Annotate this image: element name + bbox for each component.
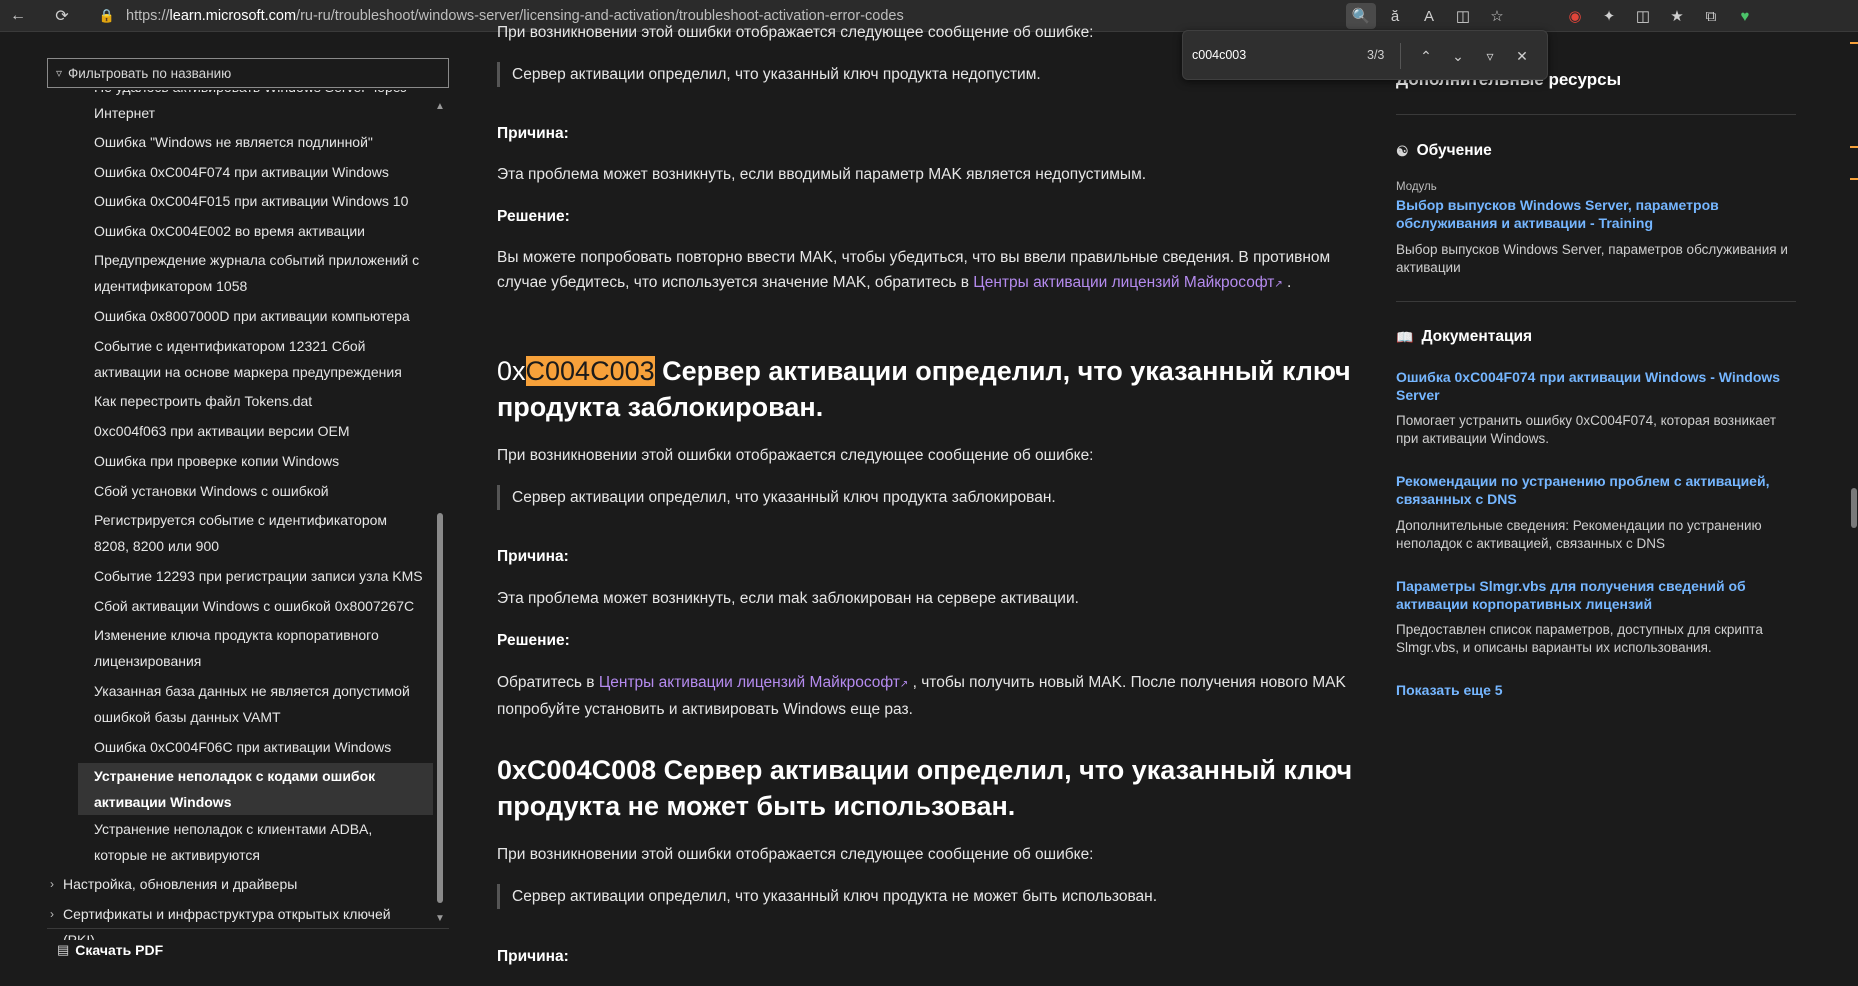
- find-match-marker: [1850, 42, 1858, 44]
- cause-label: Причина:: [497, 948, 569, 965]
- training-section-title: ☯ Обучение: [1396, 142, 1492, 159]
- collections-icon[interactable]: ⧉: [1694, 0, 1728, 32]
- filter-input[interactable]: ▿ Фильтровать по названию: [47, 58, 449, 88]
- doc-description: Дополнительные сведения: Рекомендации по…: [1396, 518, 1762, 551]
- activation-centers-link[interactable]: Центры активации лицензий Майкрософт: [599, 674, 900, 691]
- download-icon: ▤: [57, 941, 70, 957]
- filter-placeholder: Фильтровать по названию: [68, 65, 232, 81]
- extensions-puzzle-icon[interactable]: ✦: [1592, 0, 1626, 32]
- doc-link[interactable]: Параметры Slmgr.vbs для получения сведен…: [1396, 577, 1796, 613]
- show-more-link[interactable]: Показать еще 5: [1396, 681, 1796, 699]
- toc-item[interactable]: Ошибка 0xC004F015 при активации Windows …: [47, 188, 435, 214]
- divider: [1396, 114, 1796, 115]
- find-match-count: 3/3: [1367, 48, 1385, 62]
- find-next-icon[interactable]: ⌄: [1445, 43, 1471, 69]
- toc-list: Не удалось активировать Windows Server ч…: [47, 90, 435, 940]
- toc-item[interactable]: Ошибка 0xC004F06C при активации Windows: [47, 734, 435, 760]
- find-input[interactable]: c004c003: [1192, 48, 1352, 62]
- toc-item[interactable]: Ошибка 0xC004E002 во время активации: [47, 218, 435, 244]
- extension-red-icon[interactable]: ◉: [1558, 0, 1592, 32]
- training-icon: ☯: [1396, 142, 1409, 159]
- chevron-right-icon: ›: [50, 877, 54, 891]
- cause-label: Причина:: [497, 125, 569, 142]
- solution-text: Вы можете попробовать повторно ввести MA…: [497, 249, 1331, 291]
- chevron-right-icon: ›: [50, 907, 54, 921]
- refresh-icon[interactable]: ⟳: [46, 0, 78, 32]
- divider: [1400, 43, 1401, 69]
- toc-item[interactable]: Событие 12293 при регистрации записи узл…: [47, 563, 435, 589]
- toc-item[interactable]: Предупреждение журнала событий приложени…: [47, 247, 435, 299]
- favorite-star-icon[interactable]: ☆: [1480, 0, 1514, 32]
- extension-icons: ◉ ✦ ◫ ★ ⧉ ♥: [1558, 0, 1762, 32]
- toc-item[interactable]: Ошибка "Windows не является подлинной": [47, 129, 435, 155]
- module-link[interactable]: Выбор выпусков Windows Server, параметро…: [1396, 196, 1796, 232]
- performance-heart-icon[interactable]: ♥: [1728, 0, 1762, 32]
- download-pdf-button[interactable]: ▤ Скачать PDF: [47, 928, 449, 970]
- toc-item[interactable]: 0xc004f063 при активации версии OEM: [47, 418, 435, 444]
- toc-item-selected[interactable]: Устранение неполадок с кодами ошибок акт…: [78, 763, 435, 815]
- toolbar-icons: 🔍 ă A ◫ ☆: [1344, 0, 1514, 32]
- toc-item[interactable]: Событие с идентификатором 12321 Сбой акт…: [47, 333, 435, 385]
- toc-item[interactable]: Регистрируется событие с идентификатором…: [47, 507, 435, 559]
- find-match-marker: [1850, 146, 1858, 148]
- back-icon[interactable]: ←: [2, 0, 34, 32]
- close-find-icon[interactable]: ✕: [1509, 43, 1535, 69]
- heading-c004c003: 0xC004C003 Сервер активации определил, ч…: [497, 356, 1351, 422]
- toc-item[interactable]: Как перестроить файл Tokens.dat: [47, 388, 435, 414]
- toc-item[interactable]: Ошибка при проверке копии Windows: [47, 448, 435, 474]
- toc-group-drivers[interactable]: › Настройка, обновления и драйверы: [47, 871, 435, 897]
- find-bar: c004c003 3/3 ⌃ ⌄ ▿ ✕: [1182, 30, 1548, 80]
- module-description: Выбор выпусков Windows Server, параметро…: [1396, 242, 1788, 275]
- intro-text: При возникновении этой ошибки отображает…: [497, 846, 1094, 863]
- toc-scrollbar[interactable]: ▲ ▼: [433, 98, 447, 928]
- scroll-down-icon[interactable]: ▼: [435, 914, 445, 924]
- find-previous-icon[interactable]: ⌃: [1413, 43, 1439, 69]
- toc-item[interactable]: Устранение неполадок с клиентами ADBA, к…: [47, 816, 435, 868]
- translate-icon[interactable]: ă: [1378, 0, 1412, 32]
- external-link-icon: ↗: [1274, 279, 1283, 290]
- filter-icon: ▿: [56, 66, 63, 80]
- split-screen-icon[interactable]: ◫: [1626, 0, 1660, 32]
- documentation-section-title: 📖 Документация: [1396, 328, 1533, 345]
- article-content: При возникновении этой ошибки отображает…: [497, 20, 1357, 986]
- heading-c004c008: 0xC004C008 Сервер активации определил, ч…: [497, 755, 1353, 821]
- favorites-icon[interactable]: ★: [1660, 0, 1694, 32]
- doc-link[interactable]: Ошибка 0xC004F074 при активации Windows …: [1396, 368, 1796, 404]
- doc-description: Предоставлен список параметров, доступны…: [1396, 622, 1763, 655]
- solution-label: Решение:: [497, 208, 570, 225]
- solution-label: Решение:: [497, 632, 570, 649]
- toc-scroll-thumb[interactable]: [437, 513, 443, 903]
- toc-item[interactable]: Указанная база данных не является допуст…: [47, 678, 435, 730]
- read-aloud-icon[interactable]: A: [1412, 0, 1446, 32]
- toc-item[interactable]: Ошибка 0xC004F074 при активации Windows: [47, 159, 435, 185]
- cause-text: Эта проблема может возникнуть, если ввод…: [497, 166, 1147, 183]
- module-label: Модуль: [1396, 181, 1437, 193]
- download-label: Скачать PDF: [75, 941, 164, 958]
- book-icon: 📖: [1396, 328, 1414, 345]
- solution-text: Обратитесь в Центры активации лицензий М…: [497, 674, 1346, 718]
- divider: [1396, 301, 1796, 302]
- toc-item[interactable]: Не удалось активировать Windows Server ч…: [47, 90, 435, 126]
- lock-icon[interactable]: 🔒: [98, 7, 116, 25]
- error-quote: Сервер активации определил, что указанны…: [497, 485, 1347, 510]
- error-quote: Сервер активации определил, что указанны…: [497, 884, 1347, 909]
- toc-item[interactable]: Сбой установки Windows с ошибкой: [47, 478, 435, 504]
- intro-text: При возникновении этой ошибки отображает…: [497, 447, 1094, 464]
- find-match-marker: [1850, 178, 1858, 180]
- toc-item[interactable]: Сбой активации Windows с ошибкой 0x80072…: [47, 593, 435, 619]
- page-scroll-thumb[interactable]: [1851, 488, 1857, 528]
- scroll-up-icon[interactable]: ▲: [435, 102, 445, 112]
- cause-text: Эта проблема может возникнуть, если mak …: [497, 590, 1079, 607]
- doc-description: Помогает устранить ошибку 0xC004F074, ко…: [1396, 413, 1777, 446]
- toc-item[interactable]: Изменение ключа продукта корпоративного …: [47, 622, 435, 674]
- toc-item[interactable]: Ошибка 0x8007000D при активации компьюте…: [47, 303, 435, 329]
- find-options-filter-icon[interactable]: ▿: [1477, 43, 1503, 69]
- left-navigation: ▿ Фильтровать по названию Не удалось акт…: [0, 32, 460, 986]
- cause-label: Причина:: [497, 548, 569, 565]
- immersive-reader-icon[interactable]: ◫: [1446, 0, 1480, 32]
- doc-link[interactable]: Рекомендации по устранению проблем с акт…: [1396, 472, 1796, 508]
- find-highlight: C004C003: [525, 356, 655, 386]
- activation-centers-link[interactable]: Центры активации лицензий Майкрософт: [973, 274, 1274, 291]
